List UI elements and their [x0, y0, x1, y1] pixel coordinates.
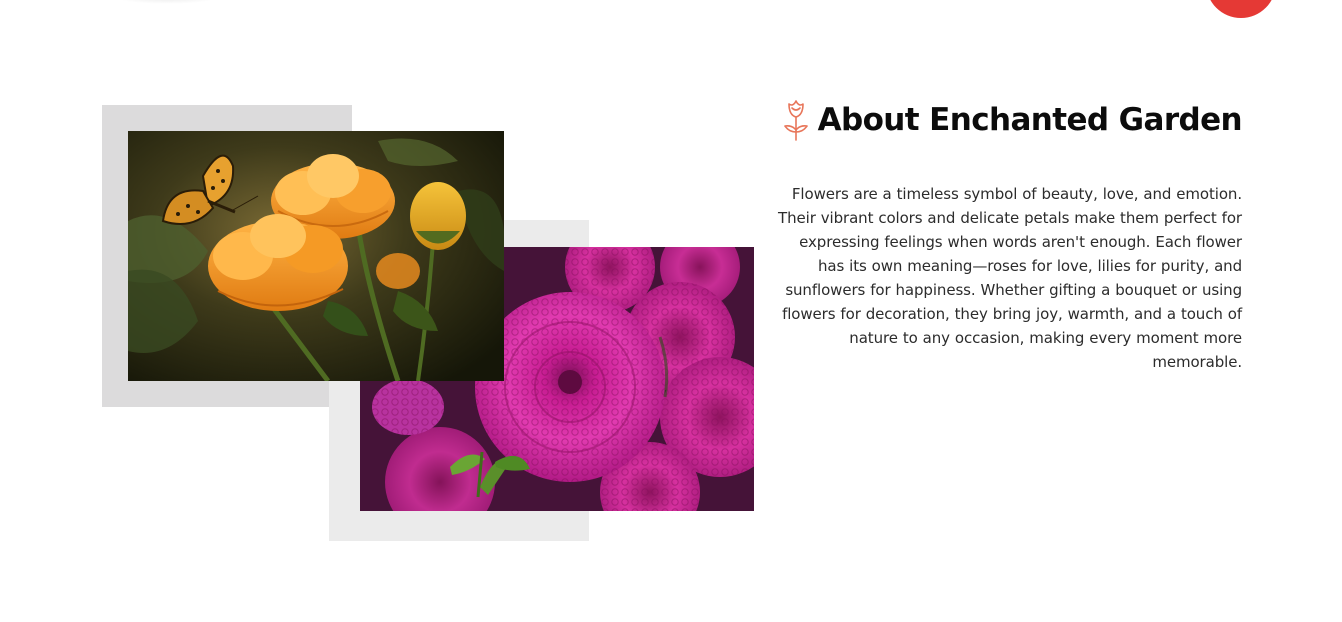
- site-logo[interactable]: [112, 0, 222, 4]
- yellow-globeflowers-with-butterfly-photo: [128, 131, 504, 381]
- about-title: About Enchanted Garden: [817, 102, 1243, 138]
- about-title-row: About Enchanted Garden: [770, 98, 1243, 142]
- about-section-page: About Enchanted Garden Flowers are a tim…: [0, 0, 1342, 622]
- menu-button[interactable]: [1206, 0, 1276, 18]
- about-paragraph: Flowers are a timeless symbol of beauty,…: [778, 185, 1242, 371]
- rose-icon: [780, 98, 812, 142]
- about-content: About Enchanted Garden Flowers are a tim…: [770, 98, 1243, 374]
